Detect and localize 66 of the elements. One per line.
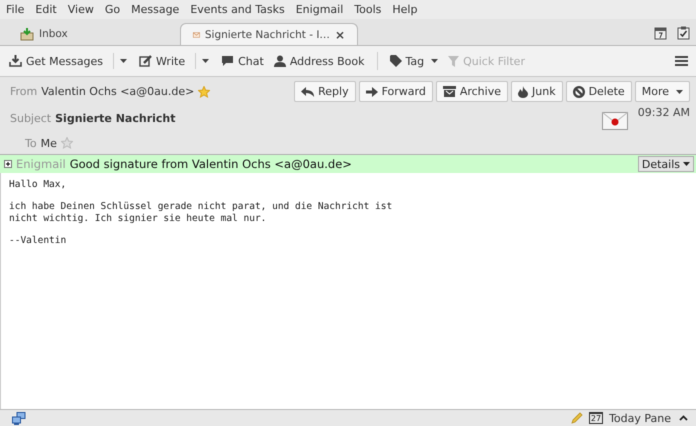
details-button[interactable]: Details [638,156,694,172]
expand-icon[interactable] [4,160,12,168]
menu-item[interactable]: File [6,3,24,16]
sender[interactable]: Valentin Ochs <a@0au.de> [41,85,194,98]
calendar-icon[interactable] [654,26,667,40]
header-button[interactable]: Junk [511,81,563,102]
flame-icon [518,86,528,98]
toolbar-button[interactable]: Write [135,52,190,70]
toolbar-button[interactable]: Address Book [270,52,368,70]
tag-icon [390,55,402,67]
caret-icon [683,162,690,166]
chat-icon [221,55,234,67]
from-label: From [10,85,38,98]
pencil-icon [139,55,152,67]
tab-label: Signierte Nachricht - I… [204,28,330,40]
header-button[interactable]: Archive [436,81,508,102]
task-icon[interactable] [677,26,690,40]
calendar-day[interactable]: 27 [588,412,604,424]
menu-item[interactable]: Enigmail [296,3,344,16]
message-paragraph: ich habe Deinen Schlüssel gerade nicht parat, und die Nachricht ist nicht wichtig. Ich signier sie heute mal nur. [9,201,394,224]
header-button[interactable]: Forward [358,81,433,102]
menu-item[interactable]: Message [131,3,180,16]
toolbar-button[interactable]: Tag [386,52,442,70]
person-icon [274,55,286,67]
toolbar-button[interactable]: Chat [217,52,268,70]
menu-item[interactable]: View [68,3,94,16]
message-time: 09:32 AM [638,106,690,119]
enigmail-label: Enigmail [16,157,66,171]
menu-item[interactable]: Events and Tasks [190,3,285,16]
chevron-up-icon [679,415,688,421]
star-icon[interactable] [60,137,73,149]
menu-icon[interactable] [675,56,688,66]
dropdown-icon[interactable] [120,59,128,63]
close-icon[interactable]: × [334,28,345,42]
reply-icon [301,86,314,96]
menu-item[interactable]: Help [392,3,418,16]
inbox-icon [20,28,34,40]
download-icon [9,55,22,67]
header-button[interactable]: More [634,81,690,102]
tab[interactable]: Inbox [8,23,164,45]
header-button[interactable]: Reply [294,81,356,102]
menu-item[interactable]: Edit [35,3,57,16]
to-label: To [25,136,37,150]
tab[interactable]: Signierte Nachricht - I… × [180,23,358,45]
subject: Signierte Nachricht [55,112,176,124]
header-button[interactable]: Delete [566,81,632,102]
archive-icon [442,86,456,97]
signature-status: Good signature from Valentin Ochs <a@0au.de> [70,157,352,171]
prohibited-icon [572,86,585,98]
menu-item[interactable]: Tools [354,3,382,16]
message-paragraph: Hallo Max, [9,179,68,190]
message-paragraph: --Valentin [9,235,68,247]
today-pane-button[interactable]: Today Pane [609,412,688,424]
arrow-right-icon [366,86,378,96]
network-icon[interactable] [12,412,26,424]
recipient[interactable]: Me [40,136,57,150]
toolbar-button[interactable]: Get Messages [5,52,108,70]
caret-icon [676,90,683,94]
subject-label: Subject [10,112,52,124]
menu-item[interactable]: Go [104,3,120,16]
filter-icon [448,56,460,66]
envelope-icon [193,30,200,40]
dropdown-icon[interactable] [202,59,210,63]
signed-envelope-icon[interactable] [602,112,628,130]
star-icon[interactable] [198,86,210,98]
tab-label: Inbox [39,28,68,40]
